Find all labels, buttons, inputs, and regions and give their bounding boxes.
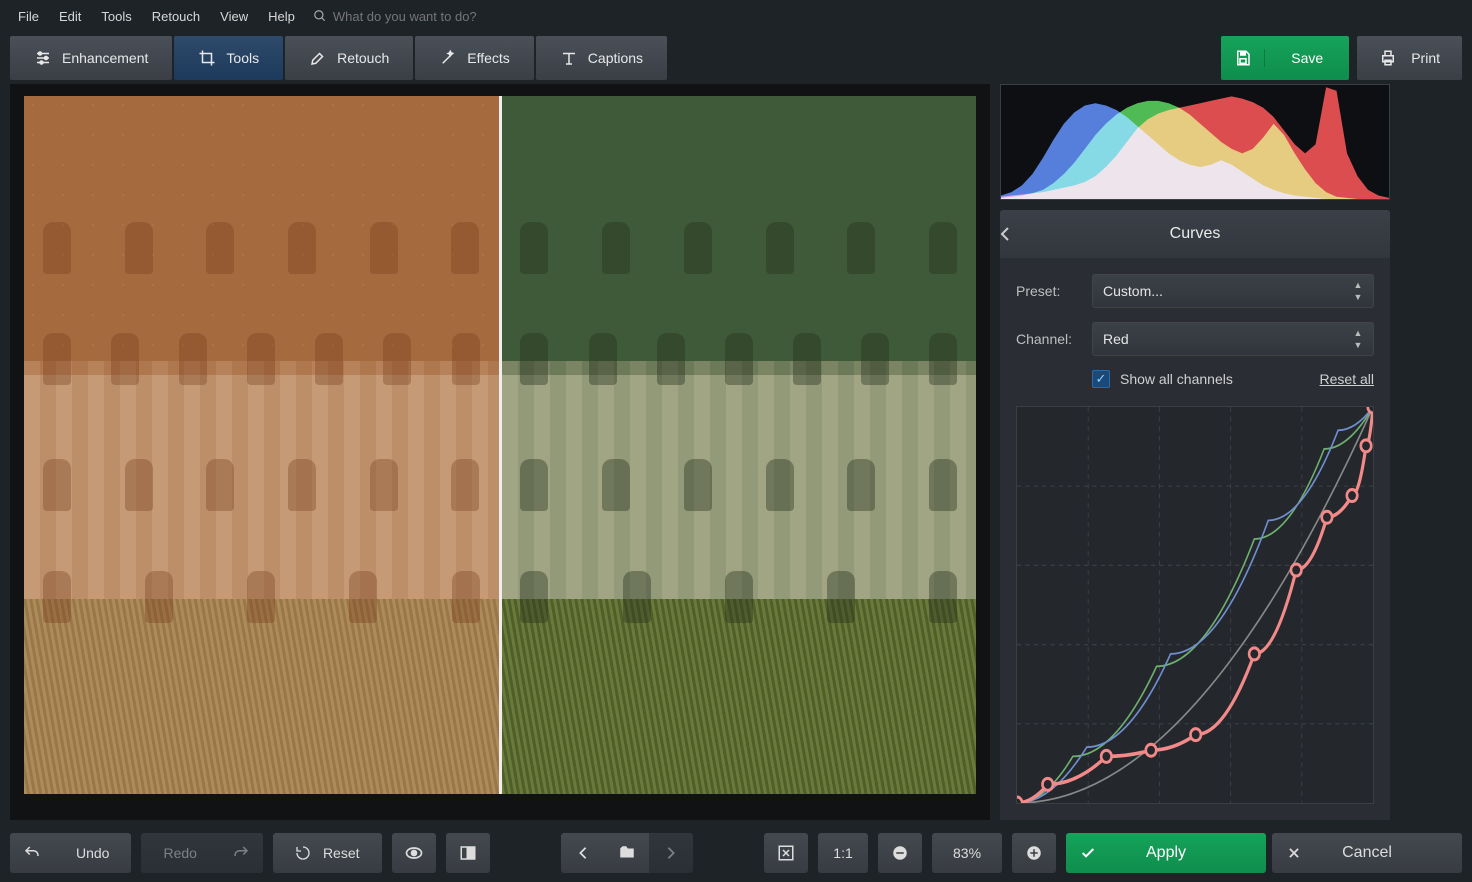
menu-file[interactable]: File xyxy=(8,3,49,30)
menu-help[interactable]: Help xyxy=(258,3,305,30)
spinner-icon: ▲▼ xyxy=(1349,327,1367,351)
menu-view[interactable]: View xyxy=(210,3,258,30)
redo-label: Redo xyxy=(163,845,196,861)
reset-icon xyxy=(295,845,311,861)
show-all-channels-label: Show all channels xyxy=(1120,371,1310,387)
tab-enhancement[interactable]: Enhancement xyxy=(10,36,172,80)
magic-wand-icon xyxy=(439,49,457,67)
apply-button[interactable]: Apply xyxy=(1066,833,1266,873)
reset-label: Reset xyxy=(323,845,360,861)
cancel-label: Cancel xyxy=(1316,844,1462,862)
crop-icon xyxy=(198,49,216,67)
toggle-preview-button[interactable] xyxy=(392,833,436,873)
footer-bar: Undo Redo Reset 1:1 83% Apply Cancel xyxy=(0,830,1472,882)
tab-label: Captions xyxy=(588,50,643,66)
tab-label: Retouch xyxy=(337,50,389,66)
curves-panel: Preset: Custom... ▲▼ Channel: Red ▲▼ ✓ S… xyxy=(1000,258,1390,820)
photo-after xyxy=(502,96,977,794)
save-button[interactable]: Save xyxy=(1221,36,1349,80)
search-icon xyxy=(313,9,327,23)
zoom-out-button[interactable] xyxy=(878,833,922,873)
next-image-button[interactable] xyxy=(649,833,693,873)
redo-icon-button[interactable] xyxy=(219,833,263,873)
apply-label: Apply xyxy=(1110,844,1266,862)
close-icon xyxy=(1272,846,1316,860)
print-label: Print xyxy=(1411,50,1440,66)
main-toolbar: Enhancement Tools Retouch Effects Captio… xyxy=(0,32,1472,84)
text-icon xyxy=(560,49,578,67)
channel-value: Red xyxy=(1103,331,1129,347)
back-button[interactable] xyxy=(1000,226,1040,242)
menu-retouch[interactable]: Retouch xyxy=(142,3,210,30)
reset-button[interactable]: Reset xyxy=(273,833,382,873)
reset-all-link[interactable]: Reset all xyxy=(1320,371,1374,387)
brush-icon xyxy=(309,49,327,67)
before-after-photo xyxy=(24,96,976,794)
preset-label: Preset: xyxy=(1016,283,1080,299)
tab-retouch[interactable]: Retouch xyxy=(285,36,413,80)
cancel-button[interactable]: Cancel xyxy=(1272,833,1462,873)
sliders-icon xyxy=(34,49,52,67)
zoom-value[interactable]: 83% xyxy=(932,833,1002,873)
panel-header: Curves xyxy=(1000,210,1390,258)
photo-before xyxy=(24,96,499,794)
print-button[interactable]: Print xyxy=(1357,36,1462,80)
menu-tools[interactable]: Tools xyxy=(91,3,141,30)
curves-editor[interactable] xyxy=(1016,406,1374,804)
tab-effects[interactable]: Effects xyxy=(415,36,534,80)
undo-label: Undo xyxy=(76,845,109,861)
print-icon xyxy=(1379,49,1397,67)
open-folder-button[interactable] xyxy=(605,833,649,873)
tab-label: Effects xyxy=(467,50,510,66)
show-all-channels-checkbox[interactable]: ✓ xyxy=(1092,370,1110,388)
panel-title: Curves xyxy=(1040,225,1390,243)
histogram xyxy=(1000,84,1390,200)
actual-size-button[interactable]: 1:1 xyxy=(818,833,868,873)
channel-label: Channel: xyxy=(1016,331,1080,347)
check-icon xyxy=(1066,845,1110,861)
redo-button[interactable]: Redo xyxy=(141,833,218,873)
zoom-in-button[interactable] xyxy=(1012,833,1056,873)
undo-button[interactable]: Undo xyxy=(54,833,131,873)
spinner-icon: ▲▼ xyxy=(1349,279,1367,303)
tab-label: Tools xyxy=(226,50,259,66)
prev-image-button[interactable] xyxy=(561,833,605,873)
tab-label: Enhancement xyxy=(62,50,148,66)
tab-captions[interactable]: Captions xyxy=(536,36,667,80)
save-label: Save xyxy=(1265,50,1349,66)
compare-button[interactable] xyxy=(446,833,490,873)
undo-icon-button[interactable] xyxy=(10,833,54,873)
fit-screen-button[interactable] xyxy=(764,833,808,873)
preset-select[interactable]: Custom... ▲▼ xyxy=(1092,274,1374,308)
preset-value: Custom... xyxy=(1103,283,1163,299)
ratio-label: 1:1 xyxy=(833,845,852,861)
menu-bar: File Edit Tools Retouch View Help xyxy=(0,0,1472,32)
image-canvas[interactable] xyxy=(10,84,990,820)
search-input[interactable] xyxy=(333,9,573,24)
menu-edit[interactable]: Edit xyxy=(49,3,91,30)
tab-tools[interactable]: Tools xyxy=(174,36,283,80)
channel-select[interactable]: Red ▲▼ xyxy=(1092,322,1374,356)
save-icon xyxy=(1221,49,1265,67)
